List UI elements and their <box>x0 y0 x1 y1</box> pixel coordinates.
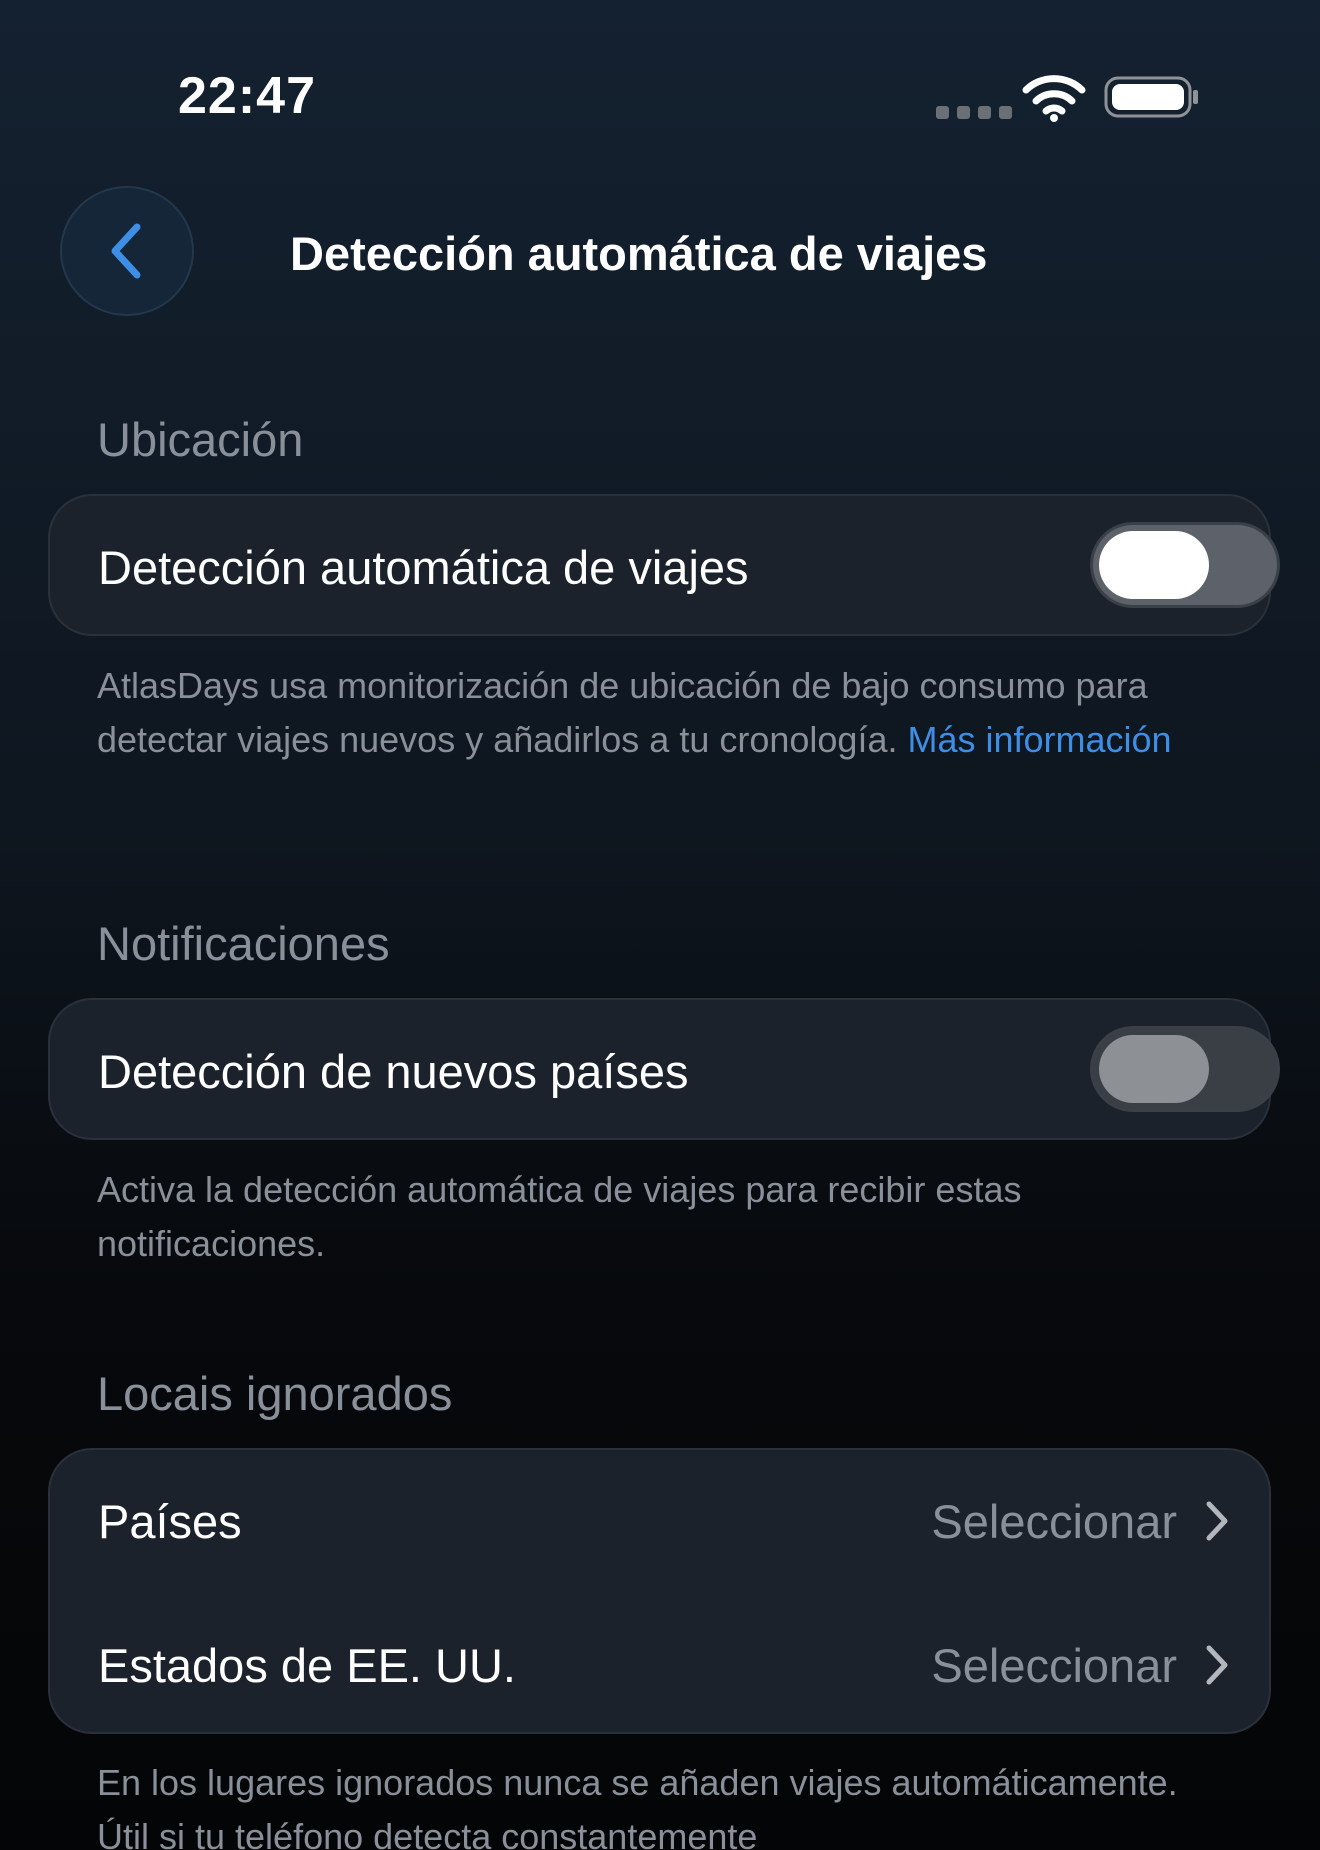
card-ignored-places: Países Seleccionar Estados de EE. UU. Se… <box>48 1448 1271 1734</box>
new-countries-label: Detección de nuevos países <box>98 1045 689 1098</box>
settings-screen: 22:47 Detección automática de viajes Ubi… <box>0 0 1320 1850</box>
toggle-knob <box>1099 1035 1209 1103</box>
location-footnote: AtlasDays usa monitorización de ubicació… <box>97 659 1227 767</box>
countries-value: Seleccionar <box>931 1495 1177 1548</box>
card-notifications: Detección de nuevos países <box>48 998 1280 1140</box>
chevron-right-icon <box>1206 1645 1228 1685</box>
status-time: 22:47 <box>178 67 316 125</box>
section-label-ignored: Locais ignorados <box>97 1367 453 1420</box>
us-states-value: Seleccionar <box>931 1639 1177 1692</box>
section-label-notifications: Notificaciones <box>97 917 390 970</box>
page-title: Detección automática de viajes <box>290 227 988 280</box>
us-states-row[interactable]: Estados de EE. UU. Seleccionar <box>50 1594 1273 1734</box>
cellular-signal-icon <box>936 106 1012 119</box>
countries-label: Países <box>98 1495 242 1548</box>
chevron-right-icon <box>1206 1501 1228 1541</box>
card-location: Detección automática de viajes <box>48 494 1280 636</box>
back-button[interactable] <box>60 186 194 316</box>
notifications-footnote: Activa la detección automática de viajes… <box>97 1169 1022 1264</box>
chevron-left-icon <box>111 223 141 279</box>
toggle-knob <box>1099 531 1209 599</box>
ignored-footnote: En los lugares ignorados nunca se añaden… <box>97 1762 1178 1850</box>
auto-trip-detection-label: Detección automática de viajes <box>98 541 749 594</box>
new-countries-toggle[interactable] <box>1090 1026 1280 1112</box>
wifi-icon <box>1022 75 1086 122</box>
countries-row[interactable]: Países Seleccionar <box>50 1450 1273 1590</box>
section-label-location: Ubicación <box>97 413 304 466</box>
battery-icon <box>1104 76 1198 118</box>
auto-trip-detection-toggle[interactable] <box>1090 522 1280 608</box>
learn-more-link[interactable]: Más información <box>907 719 1171 760</box>
us-states-label: Estados de EE. UU. <box>98 1639 516 1692</box>
